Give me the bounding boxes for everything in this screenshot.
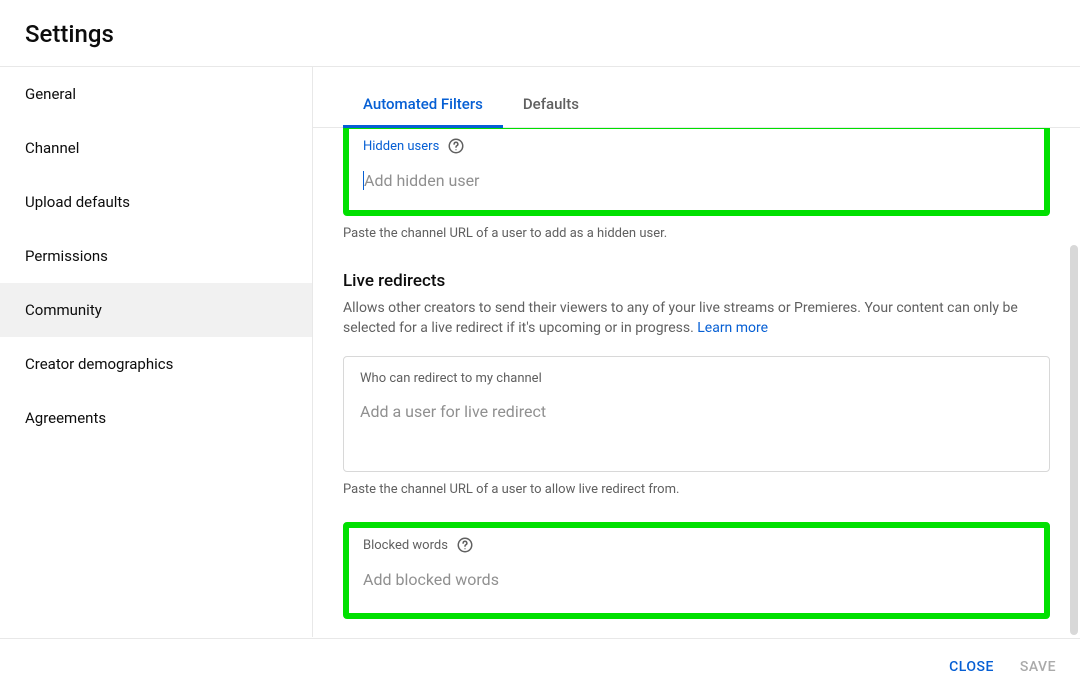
sidebar-item-permissions[interactable]: Permissions <box>0 229 312 283</box>
tab-defaults[interactable]: Defaults <box>503 79 599 127</box>
settings-sidebar: General Channel Upload defaults Permissi… <box>0 67 313 637</box>
hidden-users-label: Hidden users <box>363 139 439 154</box>
dialog-footer: CLOSE SAVE <box>0 638 1080 695</box>
close-button[interactable]: CLOSE <box>949 659 994 675</box>
sidebar-item-community[interactable]: Community <box>0 283 312 337</box>
save-button[interactable]: SAVE <box>1020 659 1056 675</box>
main-panel: Automated Filters Defaults Hidden users <box>313 67 1080 637</box>
sidebar-item-creator-demographics[interactable]: Creator demographics <box>0 337 312 391</box>
blocked-words-section: Blocked words <box>343 522 1050 619</box>
sidebar-item-agreements[interactable]: Agreements <box>0 391 312 445</box>
live-redirects-description: Allows other creators to send their view… <box>343 299 1050 338</box>
learn-more-link[interactable]: Learn more <box>697 320 768 336</box>
blocked-words-box: Blocked words <box>343 522 1050 619</box>
scrollbar[interactable] <box>1070 245 1078 635</box>
content-area: Hidden users Paste the channel URL of a … <box>313 128 1080 637</box>
page-title: Settings <box>25 20 1055 48</box>
sidebar-item-general[interactable]: General <box>0 67 312 121</box>
blocked-words-label: Blocked words <box>363 538 448 553</box>
tab-automated-filters[interactable]: Automated Filters <box>343 79 503 127</box>
live-redirects-title: Live redirects <box>343 271 1050 291</box>
live-redirect-input[interactable] <box>360 402 1033 421</box>
hidden-users-helper: Paste the channel URL of a user to add a… <box>343 226 1050 241</box>
hidden-users-box: Hidden users <box>343 128 1050 216</box>
live-redirects-section: Live redirects Allows other creators to … <box>343 271 1050 497</box>
settings-header: Settings <box>0 0 1080 66</box>
sidebar-item-upload-defaults[interactable]: Upload defaults <box>0 175 312 229</box>
hidden-users-input[interactable] <box>363 171 1030 190</box>
tabs: Automated Filters Defaults <box>313 79 1080 128</box>
live-redirect-field: Who can redirect to my channel <box>343 356 1050 472</box>
live-redirect-label: Who can redirect to my channel <box>360 371 1033 386</box>
help-icon[interactable] <box>447 137 465 155</box>
live-redirect-helper: Paste the channel URL of a user to allow… <box>343 482 1050 497</box>
blocked-words-input[interactable] <box>363 570 1030 589</box>
help-icon[interactable] <box>456 536 474 554</box>
sidebar-item-channel[interactable]: Channel <box>0 121 312 175</box>
